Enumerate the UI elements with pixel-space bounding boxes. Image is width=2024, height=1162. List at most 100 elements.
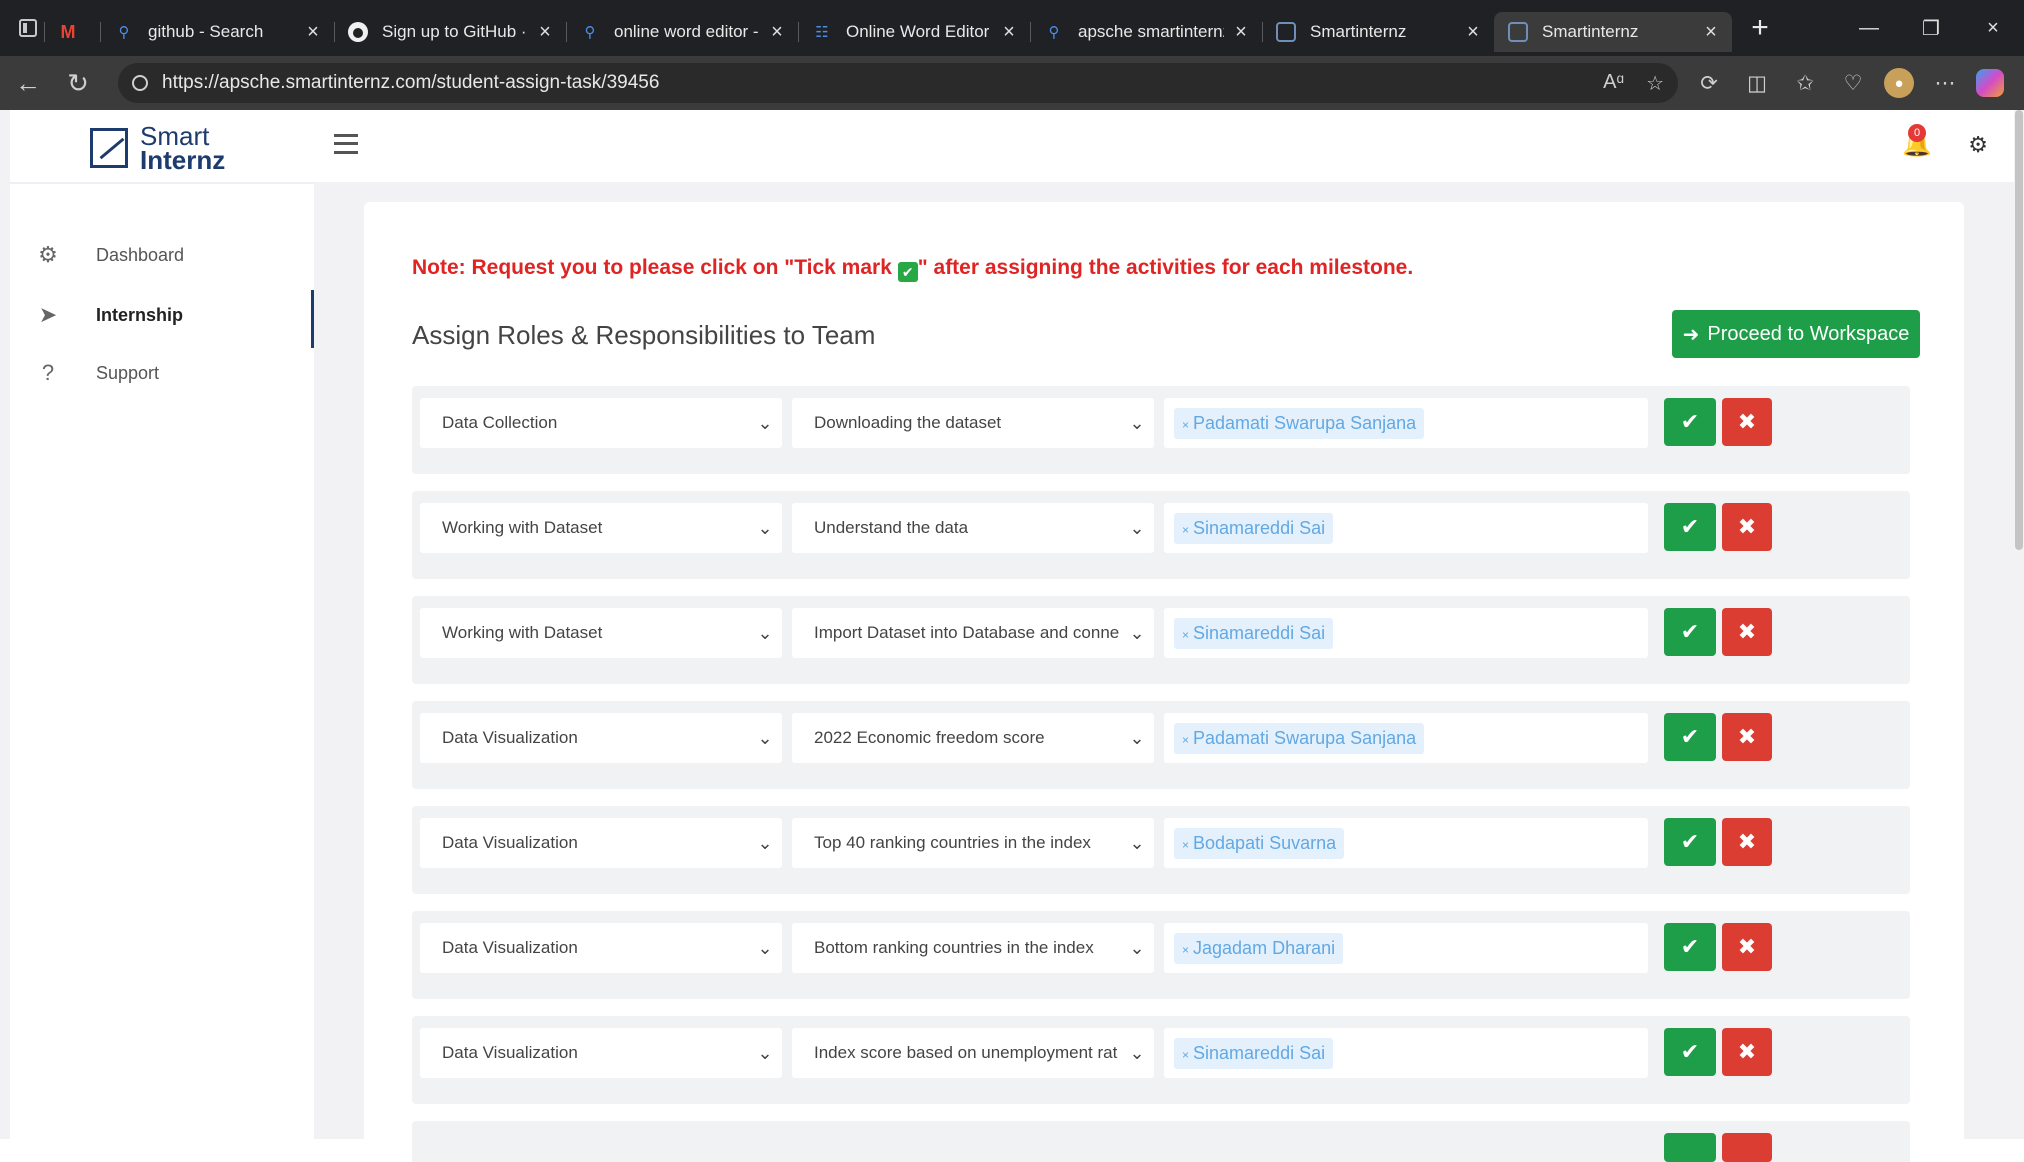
tab-github-signup[interactable]: Sign up to GitHub · G × [334,12,566,52]
sidebar-item-support[interactable]: ? Support [10,348,314,398]
assignee-multiselect[interactable]: × Padamati Swarupa Sanjana [1164,713,1648,763]
tab-online-word-editor[interactable]: ☷ Online Word Editor | × [798,12,1030,52]
remove-tag-icon[interactable]: × [1182,418,1189,432]
remove-row-button[interactable]: ✖ [1722,608,1772,656]
confirm-tick-button[interactable]: ✔ [1664,398,1716,446]
remove-row-button[interactable] [1722,1133,1772,1162]
confirm-tick-button[interactable]: ✔ [1664,1028,1716,1076]
hamburger-menu-icon[interactable] [334,134,358,154]
activity-select[interactable]: Top 40 ranking countries in the index ⌄ [792,818,1154,868]
assignee-tag[interactable]: × Sinamareddi Sai [1174,1037,1334,1069]
assignee-tag[interactable]: × Sinamareddi Sai [1174,617,1334,649]
assignee-multiselect[interactable]: × Sinamareddi Sai [1164,608,1648,658]
refresh-icon[interactable]: ↻ [56,61,100,105]
remove-row-button[interactable]: ✖ [1722,818,1772,866]
browser-essentials-icon[interactable]: ♡ [1836,66,1870,100]
scrollbar-thumb[interactable] [2015,110,2023,550]
remove-tag-icon[interactable]: × [1182,733,1189,747]
close-tab-icon[interactable]: × [302,21,324,44]
profile-avatar-icon[interactable]: ● [1884,68,1914,98]
remove-row-button[interactable]: ✖ [1722,923,1772,971]
split-screen-icon[interactable]: ◫ [1740,66,1774,100]
confirm-tick-button[interactable]: ✔ [1664,818,1716,866]
tab-apsche-search[interactable]: ⚲ apsche smartinternz × [1030,12,1262,52]
assignee-multiselect[interactable]: × Sinamareddi Sai [1164,503,1648,553]
assignee-multiselect[interactable]: × Padamati Swarupa Sanjana [1164,398,1648,448]
favorite-star-icon[interactable]: ☆ [1646,71,1664,96]
remove-tag-icon[interactable]: × [1182,523,1189,537]
assignee-name: Sinamareddi Sai [1193,517,1326,538]
more-menu-icon[interactable]: ⋯ [1928,66,1962,100]
back-icon[interactable]: ← [6,61,50,105]
tab-smartinternz[interactable]: Smartinternz × [1262,12,1494,52]
sidebar-item-dashboard[interactable]: ⚙ Dashboard [10,230,314,280]
tab-gmail[interactable]: M [44,12,100,52]
activity-value: Index score based on unemployment rat [814,1043,1118,1062]
minimize-icon[interactable]: — [1838,0,1900,56]
tab-word-editor-search[interactable]: ⚲ online word editor - S × [566,12,798,52]
arrow-right-icon: ➜ [1682,323,1700,346]
assignee-tag[interactable]: × Jagadam Dharani [1174,932,1344,964]
assignee-multiselect[interactable]: × Jagadam Dharani [1164,923,1648,973]
settings-gear-icon[interactable]: ⚙ [1968,132,1988,158]
tab-actions-icon[interactable] [12,0,44,56]
activity-select[interactable]: Understand the data ⌄ [792,503,1154,553]
close-tab-icon[interactable]: × [998,21,1020,44]
window-close-icon[interactable]: × [1962,0,2024,56]
milestone-select[interactable]: Data Visualization ⌄ [420,923,782,973]
assignee-tag[interactable]: × Padamati Swarupa Sanjana [1174,722,1425,754]
remove-tag-icon[interactable]: × [1182,943,1189,957]
assignee-multiselect[interactable]: × Sinamareddi Sai [1164,1028,1648,1078]
close-tab-icon[interactable]: × [1230,21,1252,44]
close-tab-icon[interactable]: × [766,21,788,44]
chevron-down-icon: ⌄ [757,727,773,748]
remove-tag-icon[interactable]: × [1182,1048,1189,1062]
milestone-select[interactable]: Data Visualization ⌄ [420,818,782,868]
url-field[interactable]: https://apsche.smartinternz.com/student-… [118,63,1678,103]
copilot-icon[interactable] [1976,69,2004,97]
extension-icon[interactable]: ⟳ [1692,66,1726,100]
tab-smartinternz-active[interactable]: Smartinternz × [1494,12,1732,52]
milestone-select[interactable]: Working with Dataset ⌄ [420,608,782,658]
smartinternz-icon [1508,22,1528,42]
remove-row-button[interactable]: ✖ [1722,1028,1772,1076]
favorites-icon[interactable]: ✩ [1788,66,1822,100]
remove-row-button[interactable]: ✖ [1722,398,1772,446]
assignee-tag[interactable]: × Bodapati Suvarna [1174,827,1345,859]
activity-select[interactable]: Bottom ranking countries in the index ⌄ [792,923,1154,973]
assignee-name: Sinamareddi Sai [1193,622,1326,643]
chevron-down-icon: ⌄ [1129,727,1145,748]
milestone-select[interactable]: Data Visualization ⌄ [420,1028,782,1078]
milestone-select[interactable]: Working with Dataset ⌄ [420,503,782,553]
assignee-multiselect[interactable]: × Bodapati Suvarna [1164,818,1648,868]
read-aloud-icon[interactable]: Aᵅ [1603,71,1624,96]
assignee-tag[interactable]: × Sinamareddi Sai [1174,512,1334,544]
new-tab-icon[interactable]: + [1738,11,1782,45]
confirm-tick-button[interactable]: ✔ [1664,923,1716,971]
remove-row-button[interactable]: ✖ [1722,713,1772,761]
page-scrollbar[interactable] [2014,110,2024,1139]
confirm-tick-button[interactable]: ✔ [1664,608,1716,656]
smartinternz-logo[interactable]: Smart Internz [90,123,225,173]
confirm-tick-button[interactable] [1664,1133,1716,1162]
assignee-tag[interactable]: × Padamati Swarupa Sanjana [1174,407,1425,439]
activity-select[interactable]: 2022 Economic freedom score ⌄ [792,713,1154,763]
tab-github-search[interactable]: ⚲ github - Search × [100,12,334,52]
activity-select[interactable]: Index score based on unemployment rat ⌄ [792,1028,1154,1078]
activity-select[interactable]: Import Dataset into Database and conne ⌄ [792,608,1154,658]
sidebar-item-internship[interactable]: ➤ Internship [10,290,314,348]
close-tab-icon[interactable]: × [534,21,556,44]
confirm-tick-button[interactable]: ✔ [1664,503,1716,551]
close-tab-icon[interactable]: × [1700,21,1722,44]
activity-select[interactable]: Downloading the dataset ⌄ [792,398,1154,448]
proceed-to-workspace-button[interactable]: ➜ Proceed to Workspace [1672,310,1920,358]
restore-icon[interactable]: ❐ [1900,0,1962,56]
remove-tag-icon[interactable]: × [1182,628,1189,642]
milestone-select[interactable]: Data Collection ⌄ [420,398,782,448]
sidebar: Smart Internz ⚙ Dashboard ➤ Internship ?… [10,110,314,1139]
confirm-tick-button[interactable]: ✔ [1664,713,1716,761]
close-tab-icon[interactable]: × [1462,21,1484,44]
milestone-select[interactable]: Data Visualization ⌄ [420,713,782,763]
remove-tag-icon[interactable]: × [1182,838,1189,852]
remove-row-button[interactable]: ✖ [1722,503,1772,551]
